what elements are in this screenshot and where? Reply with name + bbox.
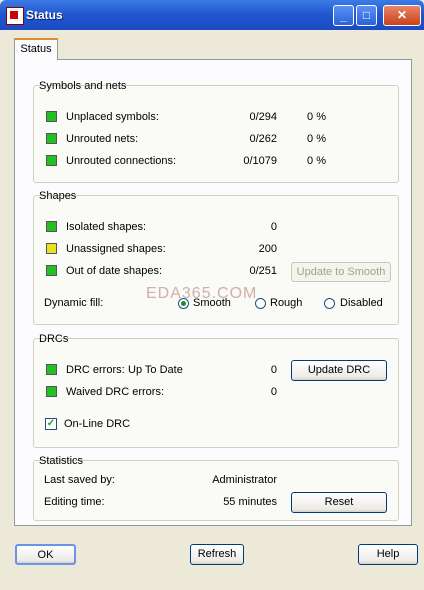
online-drc-checkbox[interactable]: ✓	[45, 418, 57, 430]
unrouted-nets-value: 0/262	[249, 133, 277, 145]
online-drc-label[interactable]: On-Line DRC	[64, 418, 130, 430]
unassigned-shapes-status-icon	[46, 243, 57, 254]
unplaced-symbols-value: 0/294	[249, 111, 277, 123]
isolated-shapes-label: Isolated shapes:	[66, 221, 147, 233]
unrouted-connections-percent: 0 %	[307, 155, 326, 167]
symbols-nets-heading: Symbols and nets	[39, 80, 127, 92]
editing-time-value: 55 minutes	[223, 496, 277, 508]
drc-errors-status-icon	[46, 364, 57, 375]
tab-status[interactable]: Status	[14, 38, 58, 60]
drc-errors-label: DRC errors:	[66, 364, 125, 376]
unrouted-connections-status-icon	[46, 155, 57, 166]
maximize-button[interactable]: □	[356, 5, 377, 26]
minimize-icon: _	[340, 9, 347, 23]
out-of-date-shapes-label: Out of date shapes:	[66, 265, 163, 277]
fill-disabled-label[interactable]: Disabled	[340, 297, 383, 309]
out-of-date-shapes-status-icon	[46, 265, 57, 276]
close-button[interactable]: ✕	[383, 5, 421, 26]
unassigned-shapes-value: 200	[258, 243, 277, 255]
dynamic-fill-label: Dynamic fill:	[44, 297, 104, 309]
unrouted-connections-value: 0/1079	[243, 155, 277, 167]
unassigned-shapes-label: Unassigned shapes:	[66, 243, 166, 255]
refresh-button[interactable]: Refresh	[190, 544, 244, 565]
drc-errors-value: 0	[270, 364, 277, 376]
update-drc-button[interactable]: Update DRC	[291, 360, 387, 381]
waived-drc-errors-label: Waived DRC errors:	[66, 386, 164, 398]
fill-disabled-radio[interactable]	[324, 298, 335, 309]
unplaced-symbols-label: Unplaced symbols:	[66, 111, 159, 123]
last-saved-label: Last saved by:	[44, 474, 115, 486]
app-icon	[6, 7, 24, 25]
isolated-shapes-value: 0	[270, 221, 277, 233]
waived-drc-errors-value: 0	[270, 386, 277, 398]
reset-button[interactable]: Reset	[291, 492, 387, 513]
fill-rough-label[interactable]: Rough	[270, 297, 302, 309]
shapes-heading: Shapes	[39, 190, 77, 202]
title-bar[interactable]: Status _ □ ✕	[0, 0, 424, 30]
waived-drc-errors-status-icon	[46, 386, 57, 397]
unrouted-nets-label: Unrouted nets:	[66, 133, 139, 145]
drcs-heading: DRCs	[39, 333, 69, 345]
unrouted-nets-status-icon	[46, 133, 57, 144]
window-title: Status	[26, 8, 63, 22]
editing-time-label: Editing time:	[44, 496, 105, 508]
unrouted-nets-percent: 0 %	[307, 133, 326, 145]
last-saved-value: Administrator	[212, 474, 277, 486]
close-icon: ✕	[396, 8, 408, 22]
help-button[interactable]: Help	[358, 544, 418, 565]
unplaced-symbols-percent: 0 %	[307, 111, 326, 123]
minimize-button[interactable]: _	[333, 5, 354, 26]
out-of-date-shapes-value: 0/251	[249, 265, 277, 277]
watermark: EDA365.COM	[146, 285, 258, 302]
drc-errors-state: Up To Date	[128, 364, 183, 376]
update-to-smooth-button[interactable]: Update to Smooth	[291, 262, 391, 282]
maximize-icon: □	[362, 8, 371, 22]
isolated-shapes-status-icon	[46, 221, 57, 232]
unplaced-symbols-status-icon	[46, 111, 57, 122]
statistics-heading: Statistics	[39, 455, 84, 467]
ok-button[interactable]: OK	[15, 544, 76, 565]
unrouted-connections-label: Unrouted connections:	[66, 155, 177, 167]
